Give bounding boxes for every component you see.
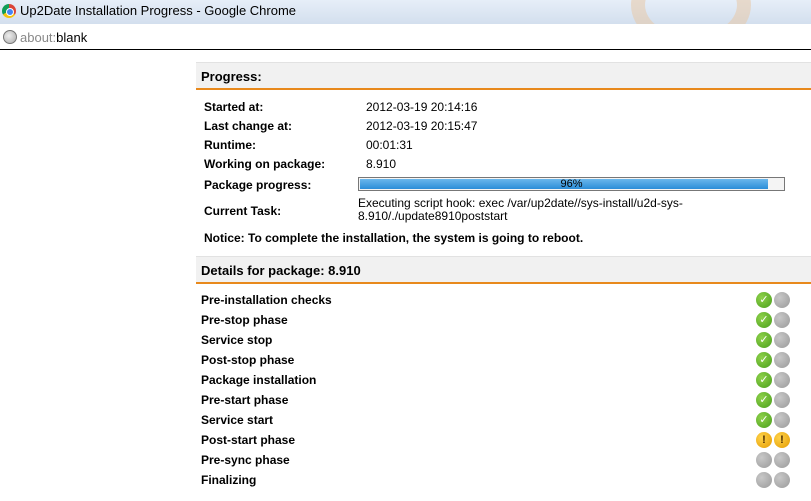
pending-icon — [774, 312, 790, 328]
pending-icon — [774, 352, 790, 368]
step-row: Service start ✓ — [201, 410, 801, 430]
step-label: Post-start phase — [201, 433, 296, 447]
step-label: Pre-installation checks — [201, 293, 332, 307]
step-label: Finalizing — [201, 473, 257, 487]
globe-icon — [3, 30, 17, 44]
step-label: Service start — [201, 413, 274, 427]
field-runtime: Runtime: 00:01:31 — [204, 138, 413, 152]
field-working-package: Working on package: 8.910 — [204, 157, 396, 171]
exclamation-icon: ! — [756, 432, 772, 448]
field-label: Working on package: — [204, 157, 326, 171]
pending-icon — [774, 392, 790, 408]
current-task-value: Executing script hook: exec /var/up2date… — [358, 196, 683, 223]
step-label: Package installation — [201, 373, 317, 387]
step-row: Post-start phase!! — [201, 430, 801, 450]
step-label: Post-stop phase — [201, 353, 295, 367]
url-scheme: about: — [20, 30, 57, 45]
reboot-notice: Notice: To complete the installation, th… — [204, 231, 584, 245]
field-started-at: Started at: 2012-03-19 20:14:16 — [204, 100, 477, 114]
field-label: Runtime: — [204, 138, 256, 152]
pending-icon — [774, 292, 790, 308]
field-value: 2012-03-19 20:14:16 — [366, 100, 478, 114]
chrome-icon — [2, 4, 16, 18]
details-heading: Details for package: 8.910 — [201, 263, 361, 278]
field-last-change: Last change at: 2012-03-19 20:15:47 — [204, 119, 477, 133]
pending-icon — [774, 472, 790, 488]
current-task-label: Current Task: — [204, 204, 282, 218]
url-rest: blank — [56, 30, 88, 45]
checkmark-icon: ✓ — [756, 332, 772, 348]
window-title: Up2Date Installation Progress - Google C… — [20, 3, 297, 18]
checkmark-icon: ✓ — [756, 392, 772, 408]
step-row: Package installation ✓ — [201, 370, 801, 390]
checkmark-icon: ✓ — [756, 352, 772, 368]
pending-icon — [774, 412, 790, 428]
address-bar[interactable]: about:blank — [0, 24, 811, 50]
checkmark-icon: ✓ — [756, 312, 772, 328]
pending-icon — [756, 472, 772, 488]
details-heading-bar: Details for package: 8.910 — [196, 256, 811, 284]
window-titlebar: Up2Date Installation Progress - Google C… — [0, 0, 811, 50]
content-panel: Progress: Started at: 2012-03-19 20:14:1… — [196, 62, 811, 501]
pending-icon — [774, 372, 790, 388]
field-label: Started at: — [204, 100, 264, 114]
field-value: 00:01:31 — [366, 138, 413, 152]
progress-heading-bar: Progress: — [196, 62, 811, 90]
step-row: Pre-sync phase — [201, 450, 801, 470]
step-row: Pre-start phase ✓ — [201, 390, 801, 410]
step-label: Service stop — [201, 333, 273, 347]
checkmark-icon: ✓ — [756, 292, 772, 308]
package-progress-label: Package progress: — [204, 178, 312, 192]
progress-percent: 96% — [560, 178, 583, 190]
field-value: 2012-03-19 20:15:47 — [366, 119, 478, 133]
step-label: Pre-sync phase — [201, 453, 290, 467]
field-value: 8.910 — [366, 157, 397, 171]
step-label: Pre-stop phase — [201, 313, 288, 327]
step-label: Pre-start phase — [201, 393, 289, 407]
pending-icon — [756, 452, 772, 468]
package-progress-bar: 96% — [358, 177, 785, 191]
url-field[interactable]: about:blank — [20, 30, 87, 45]
checkmark-icon: ✓ — [756, 412, 772, 428]
progress-heading: Progress: — [201, 69, 262, 84]
pending-icon — [774, 452, 790, 468]
step-row: Pre-stop phase ✓ — [201, 310, 801, 330]
step-row: Pre-installation checks ✓ — [201, 290, 801, 310]
exclamation-icon: ! — [774, 432, 790, 448]
field-label: Last change at: — [204, 119, 293, 133]
step-row: Finalizing — [201, 470, 801, 490]
step-row: Post-stop phase ✓ — [201, 350, 801, 370]
checkmark-icon: ✓ — [756, 372, 772, 388]
step-row: Service stop ✓ — [201, 330, 801, 350]
pending-icon — [774, 332, 790, 348]
